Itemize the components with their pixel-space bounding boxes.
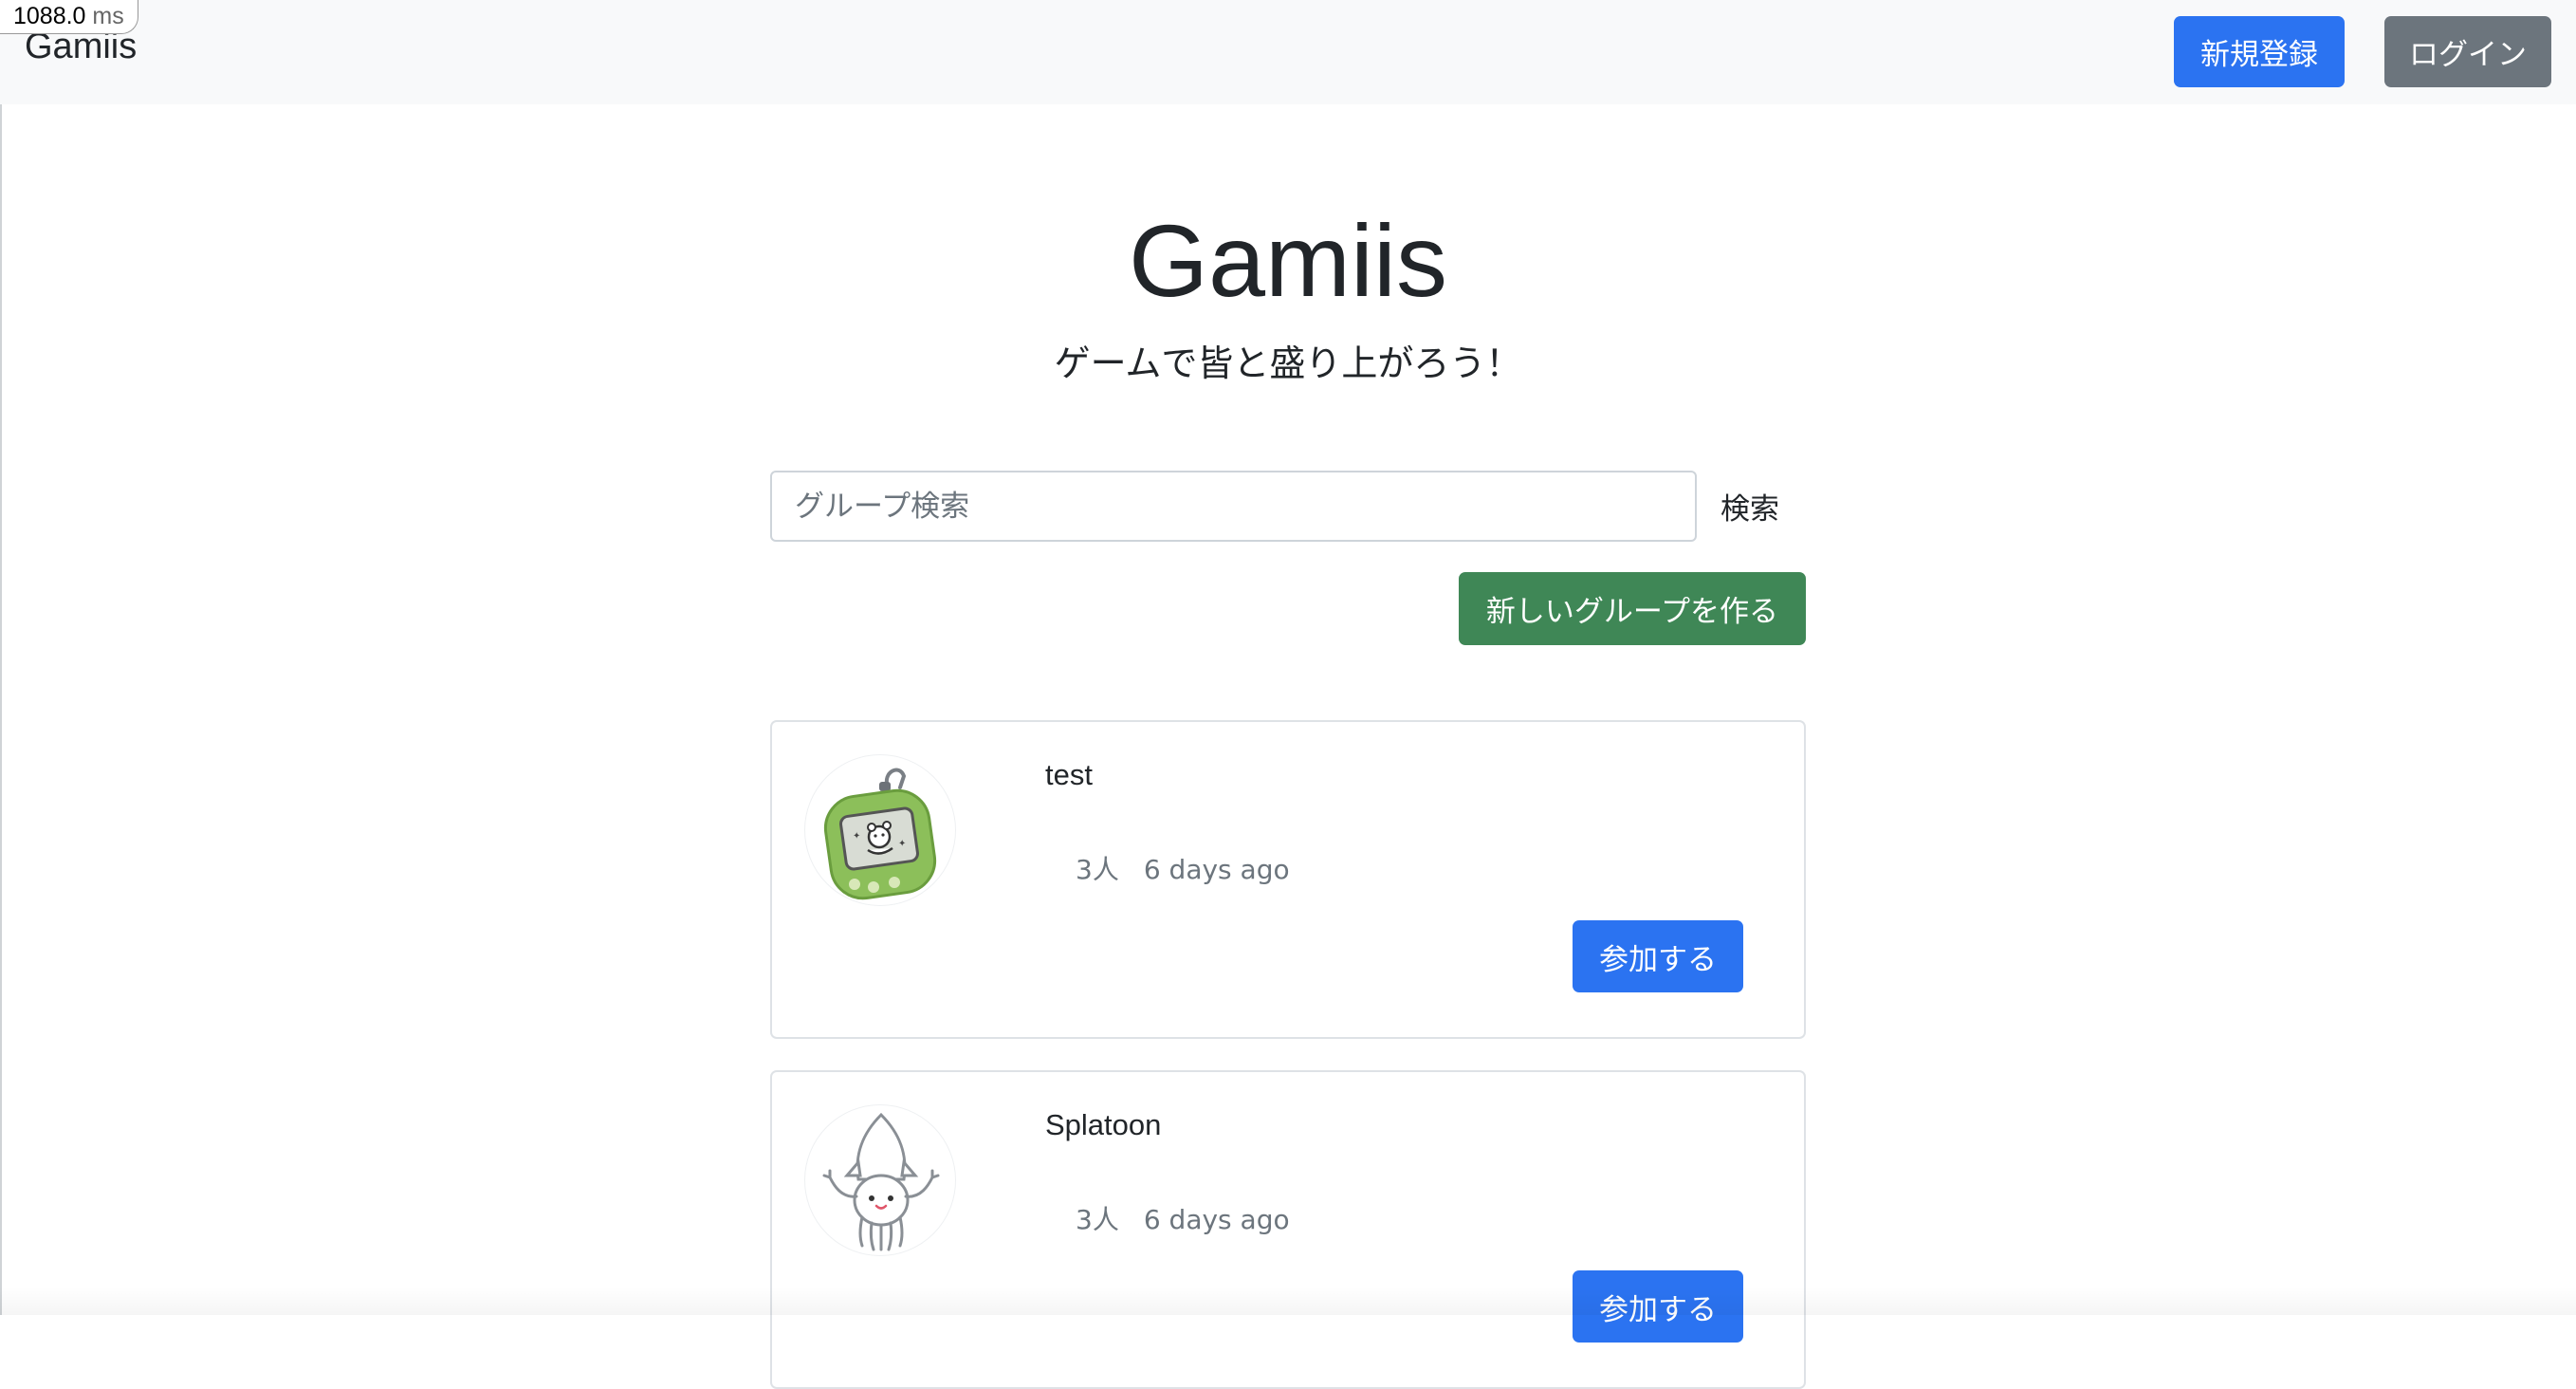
search-button[interactable]: 検索 — [1707, 471, 1793, 542]
updated-time: 6 days ago — [1143, 854, 1290, 885]
create-group-button[interactable]: 新しいグループを作る — [1459, 572, 1806, 645]
svg-text:✦: ✦ — [853, 831, 860, 842]
perf-value: 1088.0 — [13, 3, 86, 29]
group-meta: 3人 6 days ago — [1076, 849, 1290, 887]
member-count: 3人 — [1076, 1204, 1119, 1235]
group-card: Splatoon 3人 6 days ago 参加する — [770, 1070, 1806, 1389]
group-meta: 3人 6 days ago — [1076, 1199, 1290, 1237]
perf-timer-badge: 1088.0 ms — [0, 0, 138, 34]
perf-unit: ms — [92, 3, 124, 29]
navbar: Gamiis 1088.0 ms 新規登録 ログイン — [0, 0, 2576, 104]
signup-button[interactable]: 新規登録 — [2174, 16, 2345, 87]
group-avatar: ✦ ✦ — [804, 754, 956, 906]
updated-time: 6 days ago — [1143, 1204, 1290, 1235]
group-name[interactable]: test — [1045, 758, 1093, 792]
group-avatar — [804, 1104, 956, 1256]
page-subtitle: ゲームで皆と盛り上がろう！ — [1054, 343, 1522, 384]
member-count: 3人 — [1076, 854, 1119, 885]
join-group-button[interactable]: 参加する — [1573, 920, 1743, 992]
login-button[interactable]: ログイン — [2384, 16, 2551, 87]
group-search-input[interactable] — [770, 471, 1697, 542]
page-title: Gamiis — [1128, 203, 1448, 318]
group-card: ✦ ✦ test 3人 6 days ago 参加する — [770, 720, 1806, 1039]
game-device-icon: ✦ ✦ — [823, 768, 937, 900]
squid-icon — [822, 1112, 940, 1251]
join-group-button[interactable]: 参加する — [1573, 1270, 1743, 1343]
window-edge — [0, 0, 2, 1315]
svg-text:✦: ✦ — [898, 839, 906, 849]
group-name[interactable]: Splatoon — [1045, 1108, 1161, 1142]
